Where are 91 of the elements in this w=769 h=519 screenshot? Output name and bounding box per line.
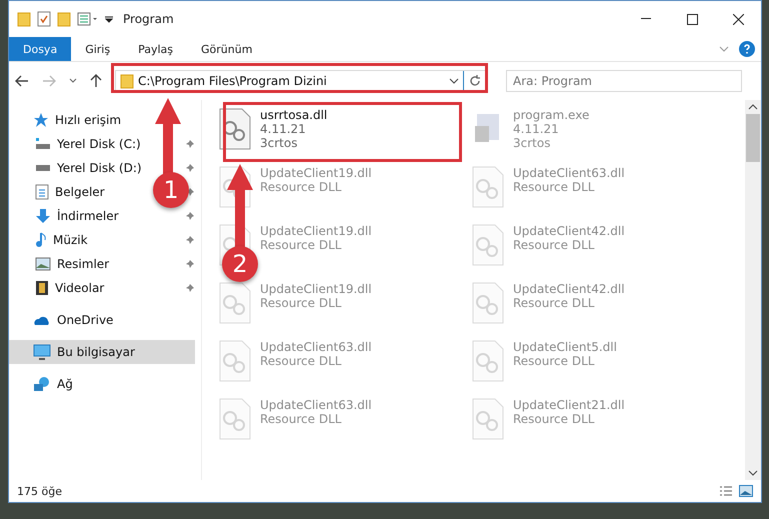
pin-icon[interactable] (185, 283, 195, 293)
sidebar-item[interactable]: Yerel Disk (C:) (9, 132, 147, 156)
file-name: UpdateClient63.dll (260, 340, 372, 354)
up-arrow-icon[interactable] (90, 74, 102, 88)
help-icon[interactable] (739, 41, 755, 57)
sidebar-item[interactable]: OneDrive (9, 308, 120, 332)
chevron-down-icon[interactable] (69, 78, 77, 84)
address-bar[interactable]: C:\Program Files\Program Dizini (115, 70, 487, 92)
document-gear-icon (218, 340, 252, 382)
document-gear-icon (218, 398, 252, 440)
file-detail: 4.11.21 (513, 122, 560, 136)
folder-icon (120, 73, 134, 89)
maximize-icon (686, 14, 698, 24)
picture-icon (35, 257, 51, 271)
file-name: UpdateClient63.dll (513, 166, 625, 180)
ribbon-tab[interactable]: Giriş (71, 37, 124, 61)
monitor-icon (33, 344, 51, 360)
ribbon-tab[interactable]: Görünüm (187, 37, 266, 61)
document-gear-icon (471, 340, 505, 382)
file-name: UpdateClient42.dll (513, 224, 625, 238)
view-list-icon[interactable] (77, 12, 99, 26)
minimize-icon (641, 18, 651, 20)
pin-icon[interactable] (185, 259, 195, 269)
file-name: UpdateClient21.dll (513, 398, 625, 412)
properties-icon[interactable] (37, 11, 51, 27)
file-detail: Resource DLL (513, 354, 596, 368)
picture-icon[interactable] (739, 485, 753, 497)
file-detail: Resource DLL (513, 238, 596, 252)
item-count: 175 öğe (17, 484, 62, 498)
pin-icon[interactable] (185, 139, 195, 149)
file-name: UpdateClient19.dll (260, 282, 372, 296)
window-title: Program (123, 12, 174, 26)
file-detail: Resource DLL (513, 180, 596, 194)
ribbon-tab[interactable]: Dosya (9, 37, 72, 61)
file-name: program.exe (513, 108, 590, 122)
pin-icon[interactable] (185, 211, 195, 221)
sidebar-item[interactable]: Resimler (9, 252, 116, 276)
download-arrow-icon (35, 208, 51, 224)
file-name: UpdateClient19.dll (260, 166, 372, 180)
ribbon-tab[interactable]: Paylaş (124, 37, 187, 61)
file-name: UpdateClient42.dll (513, 282, 625, 296)
new-folder-icon (57, 11, 71, 27)
drive-icon (35, 164, 51, 172)
dropdown-caret-icon[interactable] (105, 15, 113, 23)
sidebar-item[interactable]: Bu bilgisayar (9, 340, 195, 364)
scrollbar-thumb[interactable] (746, 114, 760, 162)
file-detail: 3crtos (513, 136, 552, 150)
cloud-icon (33, 314, 51, 326)
music-note-icon (35, 232, 47, 248)
file-name: UpdateClient5.dll (513, 340, 617, 354)
chevron-up-icon[interactable] (748, 104, 758, 110)
sidebar-item[interactable]: Belgeler (9, 180, 111, 204)
file-name: usrrtosa.dll (260, 108, 328, 122)
file-detail: 3crtos (260, 136, 298, 150)
close-icon (732, 14, 744, 24)
pin-icon[interactable] (185, 235, 195, 245)
star-icon (33, 112, 49, 128)
file-name: UpdateClient19.dll (260, 224, 372, 238)
file-detail: 4.11.21 (260, 122, 307, 136)
file-detail: Resource DLL (513, 296, 596, 310)
drive-icon (35, 137, 51, 151)
file-detail: Resource DLL (260, 238, 342, 252)
file-detail: Resource DLL (513, 412, 596, 426)
sidebar-item[interactable]: İndirmeler (9, 204, 125, 228)
file-detail: Resource DLL (260, 296, 342, 310)
chevron-down-icon[interactable] (449, 78, 459, 84)
sidebar-item[interactable]: Müzik (9, 228, 94, 252)
chevron-down-icon[interactable] (748, 470, 758, 476)
document-gear-icon (471, 166, 505, 208)
sidebar-item[interactable]: Hızlı erişim (9, 108, 128, 132)
document-gear-icon (471, 398, 505, 440)
scrollbar[interactable] (745, 100, 761, 480)
pin-icon[interactable] (185, 163, 195, 173)
file-detail: Resource DLL (260, 180, 342, 194)
sidebar-item[interactable]: Ağ (9, 372, 79, 396)
document-gear-icon (218, 108, 252, 150)
folder-icon (17, 11, 31, 27)
sidebar-item[interactable]: Yerel Disk (D:) (9, 156, 148, 180)
network-icon (33, 376, 51, 392)
details-view-icon[interactable] (719, 485, 733, 497)
file-detail: Resource DLL (260, 354, 342, 368)
document-icon (35, 184, 49, 200)
file-name: UpdateClient63.dll (260, 398, 372, 412)
document-gear-icon (471, 282, 505, 324)
file-detail: Resource DLL (260, 412, 342, 426)
document-gear-icon (471, 224, 505, 266)
film-icon (35, 280, 49, 296)
search-field[interactable]: Ara: Program (506, 70, 742, 92)
back-arrow-icon[interactable] (15, 75, 29, 87)
sidebar-item[interactable]: Videolar (9, 276, 110, 300)
document-gear-icon (218, 282, 252, 324)
